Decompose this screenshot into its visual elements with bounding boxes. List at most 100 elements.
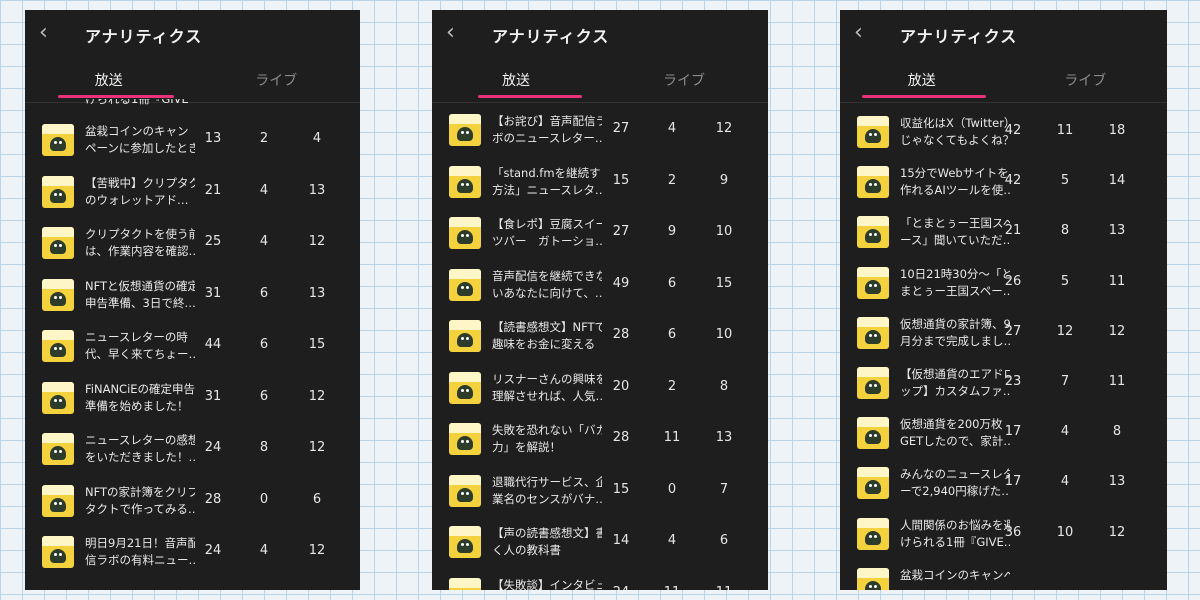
list-item-stat-2: 9 bbox=[667, 224, 677, 239]
list-item[interactable]: 【声の読書感想文】書 く人の教科書 14 4 6 bbox=[432, 517, 768, 569]
list-item-title: 「とまとぅー王国スペ ース」聞いていただ… bbox=[900, 216, 1010, 248]
tab-broadcast[interactable]: 放送 bbox=[432, 70, 600, 90]
list-item-stat-3: 13 bbox=[308, 285, 326, 301]
list-item-stat-2: 4 bbox=[667, 533, 677, 548]
list-item[interactable]: 【読書感想文】NFTで 趣味をお金に変える 28 6 10 bbox=[432, 311, 768, 363]
list-item[interactable]: 仮想通貨の家計簿、9 月分まで完成しまし… 27 12 12 bbox=[840, 308, 1167, 360]
list-item[interactable]: 仮想通貨を200万枚 GETしたので、家計… 17 4 8 bbox=[840, 408, 1167, 460]
list-item[interactable]: 【仮想通貨のエアドロ ップ】カスタムファ… 23 7 11 bbox=[840, 358, 1167, 410]
list-item-stat-1: 27 bbox=[612, 121, 630, 136]
tab-live[interactable]: ライブ bbox=[1004, 70, 1168, 90]
list-item[interactable]: FiNANCiEの確定申告 準備を始めました！ 31 6 12 bbox=[25, 373, 360, 425]
list-item[interactable]: 【食レポ】豆腐スイー ツバー ガトーショ… 27 9 10 bbox=[432, 208, 768, 260]
list-item[interactable]: ニュースレターの時 代、早く来てちょー… 44 6 15 bbox=[25, 321, 360, 373]
list-item-stat-1: 24 bbox=[204, 543, 222, 558]
list-item-title: 【食レポ】豆腐スイー ツバー ガトーショ… bbox=[492, 217, 602, 248]
list-item-stat-1: 28 bbox=[612, 327, 630, 342]
page-title: アナリティクス bbox=[900, 27, 1018, 46]
list-item[interactable]: 【苦戦中】クリプタクト のウォレットアド… 21 4 13 bbox=[25, 167, 360, 219]
list-item-stat-2: 4 bbox=[259, 182, 269, 198]
list-item[interactable]: ニュースレターの感想 をいただきました！… 24 8 12 bbox=[25, 424, 360, 476]
list-item-title: ニュースレターの時 代、早く来てちょー… bbox=[85, 330, 195, 361]
list-item-stat-1: 15 bbox=[612, 481, 630, 497]
list-item[interactable]: NFTと仮想通貨の確定 申告準備、3日で終… 31 6 13 bbox=[25, 270, 360, 322]
list-item-stat-3: 14 bbox=[1108, 173, 1126, 189]
chevron-left-icon[interactable]: ‹ bbox=[854, 22, 863, 44]
list-item-stat-1: 24 bbox=[204, 440, 222, 455]
list-item[interactable]: 収益化はX（Twitter） じゃなくてもよくね？ 42 11 18 bbox=[840, 107, 1167, 159]
list-item-stat-1: 20 bbox=[612, 378, 630, 394]
list-item-stat-3: 12 bbox=[1108, 323, 1126, 339]
list-item-stat-2: 2 bbox=[667, 378, 677, 394]
tab-live[interactable]: ライブ bbox=[600, 70, 768, 90]
list-item-stat-2: 5 bbox=[1060, 273, 1070, 289]
list-item[interactable]: NFTの家計簿をクリプ タクトで作ってみる… 28 0 6 bbox=[25, 476, 360, 528]
list-item-stat-1: 42 bbox=[1004, 173, 1022, 189]
list-item-stat-1: 14 bbox=[612, 533, 630, 548]
list-item[interactable]: 【失敗談】インタビュ 24 11 11 bbox=[432, 569, 768, 591]
list-item[interactable]: 盆栽コインのキャンペ bbox=[840, 559, 1167, 590]
list-item[interactable]: 「とまとぅー王国スペ ース」聞いていただ… 21 8 13 bbox=[840, 207, 1167, 259]
list-item-title: 仮想通貨を200万枚 GETしたので、家計… bbox=[900, 417, 1010, 449]
episode-thumbnail-icon bbox=[857, 216, 889, 249]
list-item-title: リスナーさんの興味を 理解させれば、人気… bbox=[492, 371, 602, 403]
list-item[interactable]: 【お詫び】音声配信ラ ボのニュースレター… 27 4 12 bbox=[432, 105, 768, 157]
list-item-stat-3: 8 bbox=[1112, 424, 1122, 440]
list-item[interactable]: クリプタクトを使う前 は、作業内容を確認… 25 4 12 bbox=[25, 218, 360, 270]
list-item-stat-2: 6 bbox=[259, 285, 269, 301]
chevron-left-icon[interactable]: ‹ bbox=[446, 22, 455, 44]
episode-thumbnail-icon bbox=[42, 175, 74, 208]
list-item[interactable]: 盆栽コインのキャン ペーンに参加したとき… 13 2 4 bbox=[25, 115, 360, 167]
episode-thumbnail-icon bbox=[857, 166, 889, 199]
top-bar: ‹ アナリティクス bbox=[840, 10, 1167, 58]
list-item-title: NFTの家計簿をクリプ タクトで作ってみる… bbox=[85, 484, 195, 516]
list-item[interactable]: リスナーさんの興味を 理解させれば、人気… 20 2 8 bbox=[432, 363, 768, 415]
list-item-stat-2: 10 bbox=[1056, 524, 1074, 540]
list-item-title: 収益化はX（Twitter） じゃなくてもよくね？ bbox=[900, 116, 1010, 147]
episode-thumbnail-icon bbox=[42, 330, 74, 362]
list-item-stat-1: 15 bbox=[612, 172, 630, 188]
list-item-title: 仮想通貨の家計簿、9 月分まで完成しまし… bbox=[900, 316, 1010, 348]
list-item-stat-1: 25 bbox=[204, 234, 222, 249]
list-item[interactable]: 音声配信を継続できな いあなたに向けて、… 49 6 15 bbox=[432, 260, 768, 312]
list-item-stat-3: 11 bbox=[1108, 273, 1126, 289]
list-item-stat-3: 12 bbox=[308, 234, 326, 249]
list-item-stat-1: 17 bbox=[1004, 474, 1022, 490]
list-item-stat-2: 11 bbox=[657, 585, 687, 591]
list-item[interactable]: 明日9月21日！音声配 信ラボの有料ニュー… 24 4 12 bbox=[25, 527, 360, 579]
episode-thumbnail-icon bbox=[42, 227, 74, 259]
list-item[interactable]: 10日21時30分〜「と まとぅー王国スペー… 26 5 11 bbox=[840, 258, 1167, 310]
list-item[interactable]: 人間関係のお悩みを避 けられる1冊『GIVE… 36 10 12 bbox=[840, 509, 1167, 561]
chevron-left-icon[interactable]: ‹ bbox=[39, 22, 48, 44]
episode-thumbnail-icon bbox=[449, 577, 481, 590]
tab-broadcast[interactable]: 放送 bbox=[25, 70, 193, 90]
episode-thumbnail-icon bbox=[857, 266, 889, 299]
list-item-title: 人間関係のお悩みを避 けられる1冊『GIVE… bbox=[900, 517, 1010, 549]
list-item-stat-3: 12 bbox=[308, 388, 326, 404]
list-item-stat-2: 8 bbox=[1060, 223, 1070, 239]
list-item-stat-3: 13 bbox=[1108, 223, 1126, 239]
episode-thumbnail-icon bbox=[449, 114, 481, 146]
list-item[interactable]: 「stand.fmを継続する 方法」ニュースレタ… 15 2 9 bbox=[432, 157, 768, 209]
list-item[interactable]: 失敗を恐れない「バカ 力」を解説！ 28 11 13 bbox=[432, 414, 768, 466]
list-item-stat-3: 10 bbox=[715, 224, 733, 239]
tab-live[interactable]: ライブ bbox=[193, 70, 361, 90]
list-item[interactable]: 15分でWebサイトを 作れるAIツールを使… 42 5 14 bbox=[840, 157, 1167, 209]
list-item-stat-2: 6 bbox=[259, 337, 269, 352]
list-item-stat-2: 2 bbox=[259, 131, 269, 146]
list-item-stat-3: 7 bbox=[719, 481, 729, 497]
episode-thumbnail-icon bbox=[857, 116, 889, 148]
page-title: アナリティクス bbox=[85, 27, 203, 46]
list-item-stat-1: 31 bbox=[204, 285, 222, 301]
episode-thumbnail-icon bbox=[857, 567, 889, 590]
list-item[interactable]: みんなのニュースレタ ーで2,940円稼げた… 17 4 13 bbox=[840, 458, 1167, 510]
list-item-stat-2: 4 bbox=[1060, 474, 1070, 490]
list-item-stat-3: 12 bbox=[1108, 524, 1126, 540]
tab-broadcast[interactable]: 放送 bbox=[840, 70, 1004, 90]
list-item-stat-1: 44 bbox=[204, 337, 222, 352]
list-item-stat-2: 6 bbox=[259, 388, 269, 404]
list-item-stat-3: 9 bbox=[719, 172, 729, 188]
list-item[interactable]: 退職代行サービス、企 業名のセンスがバナ… 15 0 7 bbox=[432, 466, 768, 518]
list-item-stat-3: 15 bbox=[308, 337, 326, 352]
list-item-stat-3: 4 bbox=[312, 131, 322, 146]
